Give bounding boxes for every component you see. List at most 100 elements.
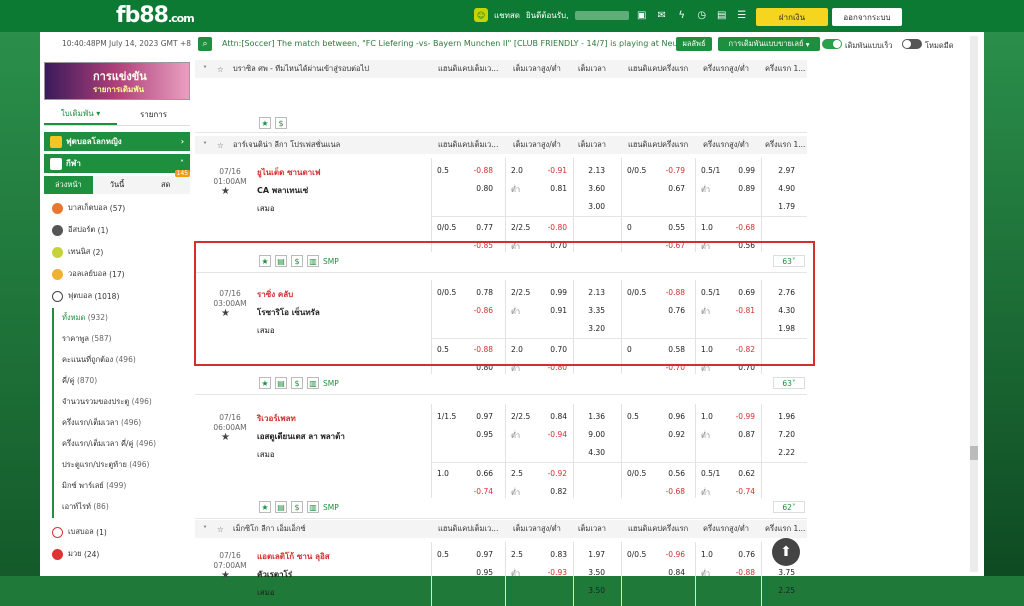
more-markets-button[interactable]: 62 ˅ — [773, 501, 805, 513]
dollar-icon[interactable]: $ — [275, 117, 287, 129]
tab-today[interactable]: วันนี้ — [93, 176, 142, 194]
away-team[interactable]: CA พลาเทนเซ่ — [257, 184, 308, 197]
chart-icon[interactable]: ▥ — [307, 377, 319, 389]
odds-1x2-draw[interactable]: 3.00 — [583, 202, 605, 211]
star-icon[interactable]: ★ — [259, 501, 271, 513]
category-sports[interactable]: กีฬา ˄ — [44, 154, 190, 173]
tab-live[interactable]: สด 145 — [141, 170, 191, 194]
odds-cell[interactable]: 0.77 — [471, 223, 493, 232]
stats-icon[interactable]: ▤ — [275, 501, 287, 513]
dollar-icon[interactable]: $ — [291, 377, 303, 389]
odds-cell[interactable]: 0.55 — [663, 223, 685, 232]
odds-1x2-home[interactable]: 1.36 — [583, 412, 605, 421]
odds-cell[interactable]: 0.95 — [471, 430, 493, 439]
soccer-ht-ft-oe[interactable]: ครึ่งแรก/เต็มเวลา คี่/คู่ (496) — [62, 438, 156, 450]
odds-fh-draw[interactable]: 2.25 — [773, 586, 795, 595]
sport-soccer[interactable]: ฟุตบอล (1018) — [44, 286, 190, 306]
odds-cell[interactable]: 0.80 — [471, 184, 493, 193]
odds-cell[interactable]: 0.62 — [733, 469, 755, 478]
smp-link[interactable]: SMP — [323, 501, 339, 513]
tab-betslip[interactable]: ใบเดิมพัน ▾ — [44, 104, 117, 125]
wallet-icon[interactable]: ▣ — [635, 8, 649, 22]
odds-cell[interactable]: 0.92 — [663, 430, 685, 439]
odds-cell[interactable]: 0.89 — [733, 184, 755, 193]
tab-list[interactable]: รายการ — [117, 104, 190, 125]
odds-1x2-away[interactable]: 3.60 — [583, 184, 605, 193]
menu-icon[interactable]: ☰ — [735, 8, 749, 22]
promo-banner[interactable]: การแข่งขัน รายการเดิมพัน — [44, 62, 190, 100]
bet-type-select[interactable]: การเดิมพันแบบขายเลย์ ▾ — [718, 37, 820, 51]
lightning-icon[interactable]: ϟ — [675, 8, 689, 22]
smp-link[interactable]: SMP — [323, 377, 339, 389]
more-markets-button[interactable]: 63 ˅ — [773, 377, 805, 389]
announcement-ticker[interactable]: Attn:[Soccer] The match between, "FC Lie… — [222, 39, 691, 48]
odds-cell[interactable]: -0.74 — [733, 487, 755, 496]
soccer-all[interactable]: ทั้งหมด (932) — [62, 312, 108, 324]
odds-cell[interactable]: 0.84 — [545, 412, 567, 421]
soccer-outright[interactable]: เอาท์ไรท์ (86) — [62, 501, 109, 513]
star-icon[interactable]: ★ — [221, 186, 230, 197]
stats-icon[interactable]: ▤ — [275, 377, 287, 389]
odds-cell[interactable]: -0.96 — [663, 550, 685, 559]
home-team[interactable]: ยูไนเต็ด ซานตาเฟ — [257, 166, 321, 179]
sport-volleyball[interactable]: วอลเลย์บอล (17) — [44, 264, 190, 284]
odds-cell[interactable]: 0.82 — [545, 487, 567, 496]
away-team[interactable]: เอสตูเดียนเตส ลา พลาต้า — [257, 430, 345, 443]
soccer-ht-ft[interactable]: ครึ่งแรก/เต็มเวลา (496) — [62, 417, 141, 429]
chat-icon[interactable]: ☺ — [474, 8, 488, 22]
odds-cell[interactable]: -0.99 — [733, 412, 755, 421]
sport-tennis[interactable]: เทนนิส (2) — [44, 242, 190, 262]
odds-cell[interactable]: -0.88 — [471, 166, 493, 175]
home-team[interactable]: ริเวอร์เพลท — [257, 412, 296, 425]
odds-1x2-home[interactable]: 2.13 — [583, 166, 605, 175]
odds-fh-away[interactable]: 4.90 — [773, 184, 795, 193]
odds-cell[interactable]: 0.96 — [663, 412, 685, 421]
scroll-to-top-icon[interactable]: ⬆ — [772, 538, 800, 566]
results-button[interactable]: ผลลัพธ์ — [676, 37, 712, 51]
odds-cell[interactable]: -0.80 — [545, 223, 567, 232]
odds-cell[interactable]: -0.94 — [545, 430, 567, 439]
away-team[interactable]: คัวเรตาโร่ — [257, 568, 292, 581]
soccer-correct-score[interactable]: คะแนนที่ถูกต้อง (496) — [62, 354, 136, 366]
chevron-down-icon[interactable]: ˅ — [203, 65, 207, 74]
dollar-icon[interactable]: $ — [291, 501, 303, 513]
odds-cell[interactable]: 0.99 — [733, 166, 755, 175]
odds-cell[interactable]: 0.66 — [471, 469, 493, 478]
chart-icon[interactable]: ▥ — [307, 501, 319, 513]
chevron-down-icon[interactable]: ˅ — [203, 525, 207, 534]
chat-label[interactable]: แชทสด — [494, 9, 520, 22]
soccer-first-last-goal[interactable]: ประตูแรก/ประตูท้าย (496) — [62, 459, 149, 471]
star-icon[interactable]: ★ — [259, 117, 271, 129]
odds-cell[interactable]: -0.91 — [545, 166, 567, 175]
odds-fh-home[interactable]: 1.96 — [773, 412, 795, 421]
chevron-down-icon[interactable]: ˅ — [203, 141, 207, 150]
odds-fh-draw[interactable]: 1.79 — [773, 202, 795, 211]
odds-cell[interactable]: 0.97 — [471, 412, 493, 421]
dark-mode-toggle[interactable] — [902, 39, 922, 49]
category-worldcup[interactable]: ฟุตบอลโลกหญิง › — [44, 132, 190, 151]
gift-icon[interactable]: ▤ — [715, 8, 729, 22]
scrollbar-thumb[interactable] — [970, 446, 978, 460]
odds-cell[interactable]: 0.76 — [733, 550, 755, 559]
soccer-pool[interactable]: ราคาพูล (587) — [62, 333, 112, 345]
odds-fh-home[interactable]: 2.97 — [773, 166, 795, 175]
odds-1x2-draw[interactable]: 4.30 — [583, 448, 605, 457]
odds-cell[interactable]: 0.67 — [663, 184, 685, 193]
sport-baseball[interactable]: เบสบอล (1) — [44, 522, 190, 542]
odds-1x2-home[interactable]: 1.97 — [583, 550, 605, 559]
tab-early[interactable]: ล่วงหน้า — [44, 176, 93, 194]
odds-cell[interactable]: -0.68 — [733, 223, 755, 232]
odds-cell[interactable]: 0.87 — [733, 430, 755, 439]
odds-cell[interactable]: -0.79 — [663, 166, 685, 175]
scrollbar[interactable] — [970, 36, 978, 572]
logout-button[interactable]: ออกจากระบบ — [832, 8, 902, 26]
odds-cell[interactable]: -0.74 — [471, 487, 493, 496]
odds-cell[interactable]: 0.56 — [663, 469, 685, 478]
odds-1x2-away[interactable]: 9.00 — [583, 430, 605, 439]
logo[interactable]: fb88.com — [116, 3, 195, 28]
sport-boxing[interactable]: มวย (24) — [44, 544, 190, 564]
sport-basketball[interactable]: บาสเก็ตบอล (57) — [44, 198, 190, 218]
odds-1x2-draw[interactable]: 3.50 — [583, 586, 605, 595]
history-icon[interactable]: ◷ — [695, 8, 709, 22]
league-header[interactable]: ˅ ☆ อาร์เจนติน่า ลีกา โปรเฟสชั่นแนล แฮนดิ… — [195, 136, 807, 154]
